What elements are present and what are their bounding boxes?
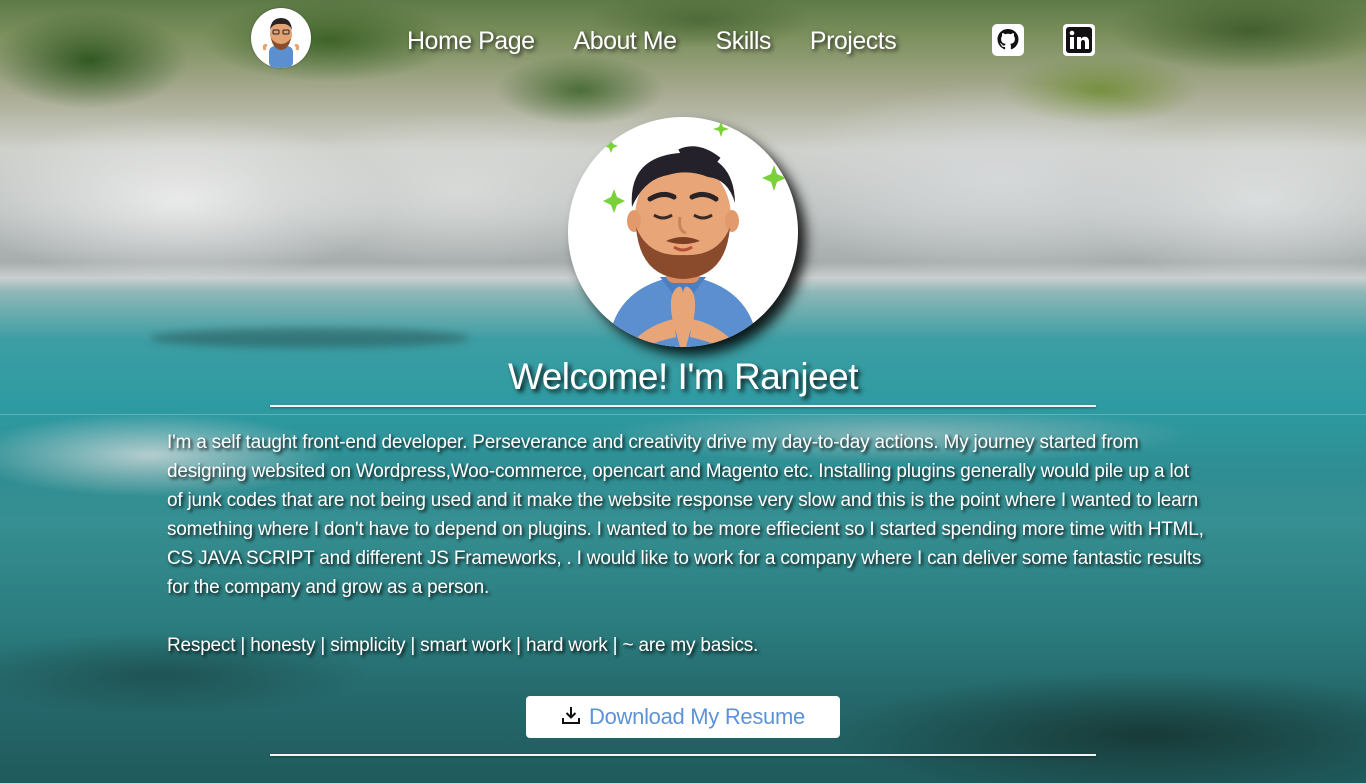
divider-bottom [270,754,1096,756]
linkedin-link[interactable] [1063,24,1095,56]
linkedin-icon [1063,24,1095,56]
memoji-avatar-icon [262,18,300,68]
download-resume-label: Download My Resume [589,704,805,729]
background-water-shadow [150,328,470,348]
page: Home Page About Me Skills Projects Welco… [0,0,1366,783]
nav-link-skills[interactable]: Skills [716,27,772,56]
download-icon [562,707,581,724]
bio-paragraph: I'm a self taught front-end developer. P… [167,432,1204,598]
welcome-heading: Welcome! I'm Ranjeet [507,356,859,397]
nav-menu: Home Page About Me Skills Projects [407,24,935,58]
github-link[interactable] [992,24,1024,56]
download-resume-button[interactable]: Download My Resume [526,696,840,738]
divider-top [270,405,1096,407]
github-icon [992,24,1024,56]
profile-avatar [568,117,798,347]
values-line: Respect | honesty | simplicity | smart w… [167,635,759,656]
nav-link-home[interactable]: Home Page [407,27,535,56]
nav-link-projects[interactable]: Projects [810,27,897,56]
memoji-avatar-icon [603,121,786,347]
background-seam [0,414,1366,415]
nav-logo-avatar[interactable] [251,8,311,68]
nav-link-about[interactable]: About Me [574,27,678,56]
